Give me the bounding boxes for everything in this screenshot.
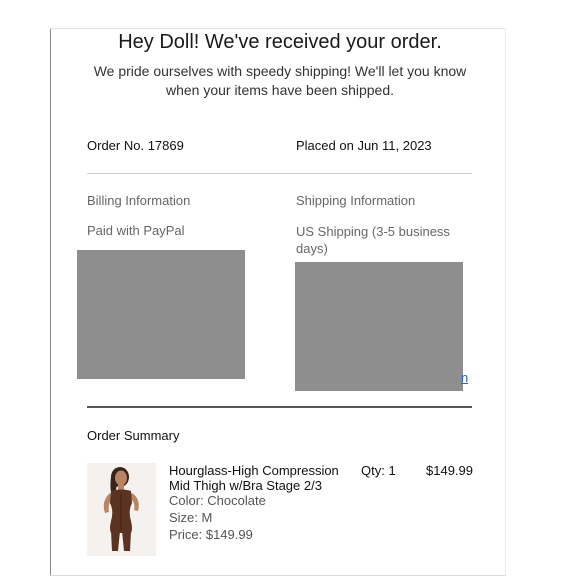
product-quantity: Qty: 1 [361, 463, 396, 478]
shipping-method: US Shipping (3-5 business days) [296, 224, 450, 256]
order-number-label: Order No. [87, 138, 145, 153]
order-summary-title: Order Summary [87, 428, 180, 443]
top-border-line [50, 28, 506, 29]
shipping-address-redaction [295, 262, 463, 391]
product-name[interactable]: Hourglass-High Compression Mid Thigh w/B… [169, 463, 349, 493]
placed-on-value: Jun 11, 2023 [357, 138, 432, 153]
right-border-line [505, 28, 506, 576]
product-size: Size: M [169, 510, 213, 525]
product-photo-icon[interactable] [87, 463, 156, 556]
bottom-border-line [50, 575, 506, 576]
billing-info-label: Billing Information [87, 193, 191, 208]
shipping-address-link[interactable]: n [461, 370, 468, 385]
product-color: Color: Chocolate [169, 493, 266, 508]
order-placed-date: Placed on Jun 11, 2023 [296, 138, 432, 153]
line-total: $149.99 [426, 463, 473, 478]
product-price: Price: $149.99 [169, 527, 253, 542]
shipping-info-label: Shipping Information [296, 193, 416, 208]
order-number: Order No. 17869 [87, 138, 184, 153]
payment-method: Paid with PayPal [87, 223, 185, 238]
order-number-value: 17869 [147, 138, 184, 153]
section-divider [87, 173, 472, 174]
summary-divider [87, 406, 472, 408]
email-heading: Hey Doll! We've received your order. [118, 31, 442, 53]
billing-address-redaction [77, 250, 245, 379]
left-border-line [50, 28, 51, 576]
product-photo-svg [87, 463, 156, 556]
placed-on-label: Placed on [296, 138, 354, 153]
email-intro-text: We pride ourselves with speedy shipping!… [93, 63, 467, 98]
